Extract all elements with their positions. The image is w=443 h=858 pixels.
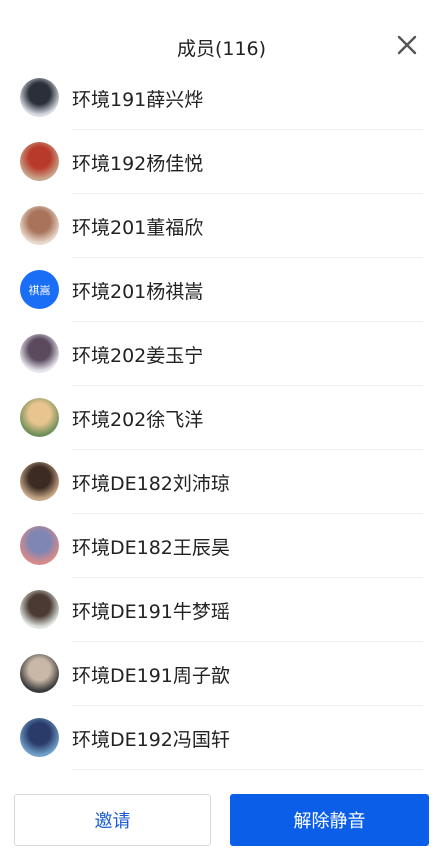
member-name: 环境DE182刘沛琼 (72, 473, 230, 495)
avatar-text: 祺嵩 (28, 283, 51, 297)
avatar[interactable]: 祺嵩 (20, 270, 59, 309)
footer-actions: 邀请 解除静音 (0, 784, 443, 858)
member-name: 环境192杨佳悦 (72, 153, 204, 175)
avatar[interactable] (20, 206, 59, 245)
member-name: 环境DE191周子歆 (72, 665, 230, 687)
list-item[interactable]: 环境DE191周子歆 (0, 642, 443, 706)
member-list[interactable]: 环境191薛兴烨 环境192杨佳悦 环境201董福欣祺嵩 环境201杨祺嵩 环境202姜… (0, 66, 443, 784)
member-name: 环境DE192冯国轩 (72, 729, 230, 751)
list-item[interactable]: 环境191薛兴烨 (0, 66, 443, 130)
close-button[interactable] (396, 34, 418, 56)
member-name: 环境202姜玉宁 (72, 345, 204, 367)
avatar[interactable] (20, 462, 59, 501)
close-icon (397, 35, 417, 55)
member-name: 环境202徐飞洋 (72, 409, 204, 431)
avatar[interactable] (20, 654, 59, 693)
page-title: 成员(116) (176, 38, 267, 60)
member-name: 环境DE191牛梦瑶 (72, 601, 230, 623)
avatar[interactable] (20, 590, 59, 629)
list-item[interactable]: 环境DE182王辰昊 (0, 514, 443, 578)
unmute-button[interactable]: 解除静音 (230, 794, 429, 846)
member-name: 环境201杨祺嵩 (72, 281, 204, 303)
member-name: 环境201董福欣 (72, 217, 204, 239)
list-item[interactable]: 环境202徐飞洋 (0, 386, 443, 450)
list-item[interactable]: 环境201董福欣 (0, 194, 443, 258)
list-item[interactable]: 环境DE192冯国轩 (0, 706, 443, 770)
members-sheet: 成员(116) 环境191薛兴烨 环境192杨佳悦 环境201董福欣祺嵩 环境201杨… (0, 0, 443, 858)
list-item[interactable]: 环境DE182刘沛琼 (0, 450, 443, 514)
invite-button[interactable]: 邀请 (14, 794, 211, 846)
avatar[interactable] (20, 718, 59, 757)
avatar[interactable] (20, 334, 59, 373)
member-name: 环境DE182王辰昊 (72, 537, 230, 559)
list-item[interactable]: 环境DE191牛梦瑶 (0, 578, 443, 642)
divider (72, 769, 423, 770)
list-item[interactable]: 环境192杨佳悦 (0, 130, 443, 194)
avatar[interactable] (20, 142, 59, 181)
member-name: 环境191薛兴烨 (72, 89, 204, 111)
avatar[interactable] (20, 398, 59, 437)
avatar[interactable] (20, 78, 59, 117)
list-item[interactable]: 环境202姜玉宁 (0, 322, 443, 386)
list-item[interactable]: 祺嵩 环境201杨祺嵩 (0, 258, 443, 322)
avatar[interactable] (20, 526, 59, 565)
